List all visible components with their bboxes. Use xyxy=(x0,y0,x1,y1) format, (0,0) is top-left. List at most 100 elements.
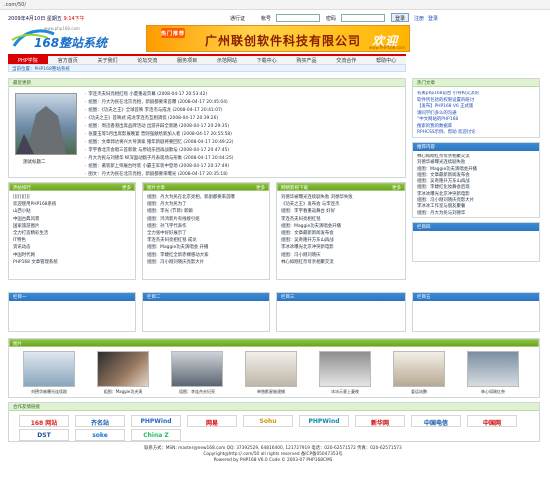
column-three-panel: 栏目三 xyxy=(276,292,406,332)
partner-logo[interactable]: China Z xyxy=(131,429,181,441)
panel-header: 栏目三 xyxy=(277,293,405,301)
news-item[interactable]: 组图：《功夫之王》全球首映 李连杰与成龙 (2008-04-17 20:41:0… xyxy=(85,107,403,115)
list-item[interactable]: 组图：李光 (节目) 新颖 xyxy=(147,208,267,215)
more-link[interactable]: 更多 xyxy=(122,185,131,191)
partner-logo[interactable]: 网易 xyxy=(187,415,237,427)
list-item[interactable]: 全力打造精彩生活 xyxy=(13,230,133,237)
gallery-photo[interactable] xyxy=(245,351,297,387)
more-link[interactable]: 更多 xyxy=(392,185,401,191)
list-item[interactable]: 全力张中好好展示了 xyxy=(147,230,267,237)
partner-logo[interactable]: 新华网 xyxy=(355,415,405,427)
partner-logo[interactable]: 中国网 xyxy=(467,415,517,427)
list-item[interactable]: 李冰冰曝光北京冲突新电影 xyxy=(281,244,403,251)
list-item[interactable]: 组图：冯小刚刘晓庆 xyxy=(281,252,403,259)
photo-caption[interactable]: 测试标题二 xyxy=(23,159,46,165)
panel-title: 图片 xyxy=(13,342,22,347)
list-item[interactable]: 国家旅游图片 xyxy=(13,223,133,230)
list-item[interactable]: 山西小贴 xyxy=(13,208,133,215)
address-bar[interactable]: .com/50/ xyxy=(0,0,550,10)
list-item[interactable]: 组图：丹大为民为了 xyxy=(147,201,267,208)
hot-item[interactable]: RPHCSS示例、帮助 欢迎讨论 xyxy=(417,130,537,137)
gallery-caption[interactable]: 组图：李连杰夫妇亮 xyxy=(171,389,223,395)
list-item[interactable]: 组图：李婕红全新赤裸感动大家 xyxy=(147,252,267,259)
news-item[interactable]: 图文：丹大为民在北京亮相，新剧都要来曝光 (2008-04-17 20:35:1… xyxy=(85,171,403,179)
site-logo[interactable]: www.php168.com 168整站系统 xyxy=(8,24,146,54)
nav-item[interactable]: 关于我们 xyxy=(88,56,128,64)
featured-photo[interactable] xyxy=(15,93,77,155)
gallery-caption[interactable]: 冰冰示意上妻夜 xyxy=(319,389,371,395)
list-item[interactable]: PHP168 文章管理系统 xyxy=(13,259,133,266)
gallery-caption[interactable]: 林心如刚红奈 xyxy=(467,389,519,395)
gallery-caption[interactable]: 刘德华被曝光连续剧 xyxy=(23,389,75,395)
list-item[interactable]: 组图：吴奇隆开方东山再战 xyxy=(281,237,403,244)
nav-item[interactable]: 交流合作 xyxy=(326,56,366,64)
panel-title: 热帖排行 xyxy=(13,186,31,191)
partner-logo[interactable]: Sohu xyxy=(243,415,293,427)
nav-item[interactable]: 服务项目 xyxy=(167,56,207,64)
news-item[interactable]: 组图：文章郭达将兴大导演家 猪年新剧将要回忆 (2008-04-17 20:49… xyxy=(85,139,403,147)
list-item[interactable]: 欢迎使用PHP168系统 xyxy=(13,201,133,208)
nav-item[interactable]: 示范网站 xyxy=(207,56,247,64)
gallery-photo[interactable] xyxy=(319,351,371,387)
gallery-photo[interactable] xyxy=(97,351,149,387)
nav-item[interactable]: 论坛交流 xyxy=(127,56,167,64)
list-item[interactable]: 组图：丹大为民在北京亮相，新剧都要来首曝 xyxy=(147,194,267,201)
news-item[interactable]: 李宇春北京会唱三首新歌 与原班乐团再战歌坛 (2008-04-17 20:47:… xyxy=(85,147,403,155)
list-item[interactable]: 中国时代网 xyxy=(13,252,133,259)
banner-ad[interactable]: 热门推荐 广州联创软件科技有限公司 欢迎 www.PHP168.com xyxy=(146,25,410,52)
logout-link[interactable]: 登录 xyxy=(428,15,438,22)
gallery-caption[interactable]: 组图：Maggie功夫演 xyxy=(97,389,149,395)
partner-logo[interactable]: 168 网站 xyxy=(19,415,69,427)
news-item[interactable]: 张曼玉等5月出席影展晚宴 曾则强献给新加入者 (2008-04-17 20:55… xyxy=(85,131,403,139)
gallery-photo[interactable] xyxy=(467,351,519,387)
list-item[interactable]: 资讯动态 xyxy=(13,244,133,251)
nav-item[interactable]: 下载中心 xyxy=(247,56,287,64)
list-item[interactable]: 《功夫之王》发布会 与李连杰 xyxy=(281,201,403,208)
list-item[interactable]: IT特色 xyxy=(13,237,133,244)
news-item[interactable]: 《功夫之王》首映式 成龙李连杰互相调侃 (2008-04-17 20:39:26… xyxy=(85,115,403,123)
list-item[interactable]: 李连杰夫妇亮相红毯 成龙 xyxy=(147,237,267,244)
partner-logo[interactable]: 中国电信 xyxy=(411,415,461,427)
list-item[interactable]: 组图：鸿鸿新片有线接引组 xyxy=(147,216,267,223)
nav-item[interactable]: 购买产品 xyxy=(287,56,327,64)
nav-item[interactable]: 官方首页 xyxy=(48,56,88,64)
news-item[interactable]: 组图：著装新上师展台时装 小霸王军装中登场 (2008-04-17 20:37:… xyxy=(85,163,403,171)
news-item[interactable]: 李连杰夫妇亮相红毯 小夏重返荧幕 (2008-04-17 20:53:42) xyxy=(85,91,403,99)
address-url[interactable]: .com/50/ xyxy=(4,2,26,8)
list-item[interactable]: 组图：Maggie功夫演唱会 开播 xyxy=(147,244,267,251)
register-link[interactable]: 注册 xyxy=(414,15,424,22)
partner-logo[interactable]: 齐名站 xyxy=(75,415,125,427)
column-four-panel: 栏目四 xyxy=(412,222,540,262)
list-item[interactable]: 组图：李宇春重返舞台 好好 xyxy=(281,208,403,215)
list-item[interactable]: 李连杰夫妇亮相红毯 xyxy=(281,216,403,223)
gallery-caption[interactable]: 爱运站鹏 xyxy=(393,389,445,395)
latest-news-panel: 最近更新 测试标题二 李连杰夫妇亮相红毯 小夏重返荧幕 (2008-04-17 … xyxy=(8,78,406,178)
list-item[interactable]: 刘德华被曝光连续剧失败 刘德华失败 xyxy=(281,194,403,201)
gallery-photo[interactable] xyxy=(171,351,223,387)
nav-item[interactable]: 帮助中心 xyxy=(366,56,406,64)
news-item[interactable]: 丹大为民与刘德华 纵深面动甄子丹表现场与形象 (2008-04-17 20:44… xyxy=(85,155,403,163)
gallery-photo[interactable] xyxy=(23,351,75,387)
list-item[interactable]: 组图：Maggie功夫演唱会开播 xyxy=(281,223,403,230)
news-item[interactable]: 组图：周迅香港出席品牌活动 出游开辟全新路 (2008-04-17 20:29:… xyxy=(85,123,403,131)
time-display: 9:14下午 xyxy=(63,16,85,22)
nav-item[interactable]: PHP学院 xyxy=(8,56,48,64)
more-link[interactable]: 更多 xyxy=(256,185,265,191)
partner-logo[interactable]: DST xyxy=(19,429,69,441)
gallery-caption[interactable]: 单独影星被逮捕 xyxy=(245,389,297,395)
list-item[interactable]: 组图：孙飞宇代表作 xyxy=(147,223,267,230)
recommend-item[interactable]: 组图：丹大为民与刘德华 xyxy=(417,211,537,217)
news-item[interactable]: 组图：丹大为民在北京亮相，新剧都要来首曝 (2008-04-17 20:45:0… xyxy=(85,99,403,107)
partner-logo[interactable]: soke xyxy=(75,429,125,441)
password-input[interactable] xyxy=(341,14,385,22)
list-item[interactable]: 中国古典风景 xyxy=(13,216,133,223)
partner-logo[interactable]: PHPWind xyxy=(299,415,349,427)
list-item[interactable]: 组图：冯小刚刘晓庆亮影大片 xyxy=(147,259,267,266)
list-item[interactable]: 组图：文章最新新闻发布会 xyxy=(281,230,403,237)
account-input[interactable] xyxy=(276,14,320,22)
gallery-photo[interactable] xyxy=(393,351,445,387)
partner-logo[interactable]: PHPWind xyxy=(131,415,181,427)
list-item[interactable]: 林心如刚红奈母亲相聚交流 xyxy=(281,259,403,266)
list-item[interactable]: [[[[[[[[[[ xyxy=(13,194,133,201)
login-button[interactable]: 登录 xyxy=(391,13,409,22)
